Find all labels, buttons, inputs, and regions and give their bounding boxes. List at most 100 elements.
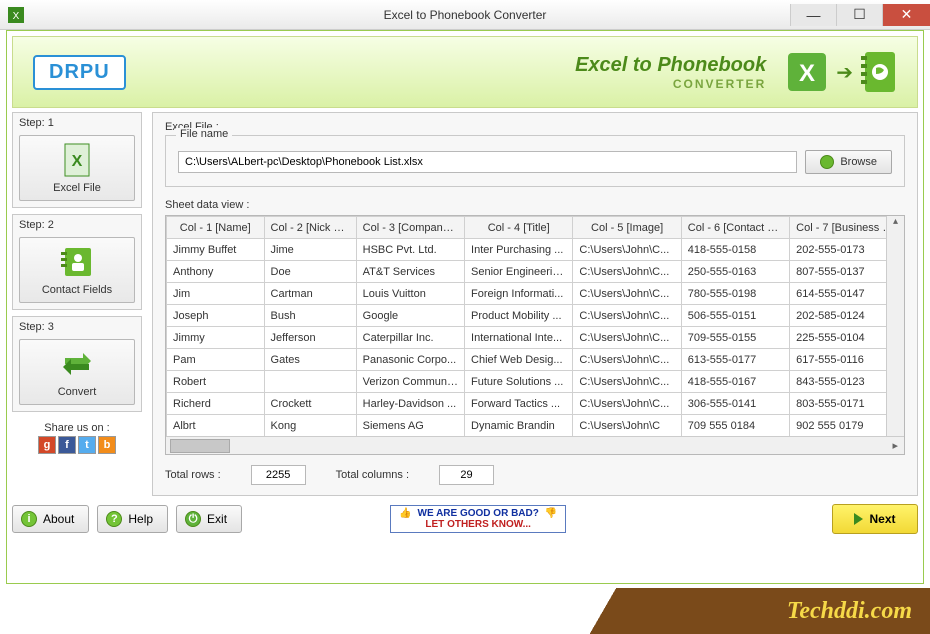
minimize-button[interactable]: — [790, 4, 836, 26]
table-cell [264, 371, 356, 393]
blogger-icon[interactable]: b [98, 436, 116, 454]
power-icon: ⏻ [185, 511, 201, 527]
contact-fields-button[interactable]: Contact Fields [19, 237, 135, 303]
exit-button[interactable]: ⏻ Exit [176, 505, 242, 533]
exit-label: Exit [207, 512, 227, 526]
column-header[interactable]: Col - 2 [Nick Name] [264, 217, 356, 239]
table-cell: 613-555-0177 [681, 349, 789, 371]
feedback-banner[interactable]: 👍 WE ARE GOOD OR BAD? 👎 LET OTHERS KNOW.… [390, 505, 566, 533]
table-row[interactable]: RicherdCrockettHarley-Davidson ...Forwar… [167, 393, 904, 415]
totals-row: Total rows : Total columns : [165, 465, 905, 485]
convert-icon [59, 346, 95, 382]
table-row[interactable]: JimmyJeffersonCaterpillar Inc.Internatio… [167, 327, 904, 349]
table-cell: 709-555-0155 [681, 327, 789, 349]
horizontal-scrollbar[interactable]: ▸ [166, 436, 904, 454]
help-button[interactable]: ?Help [97, 505, 168, 533]
share-section: Share us on : g f t b [12, 418, 142, 454]
file-group: File name Browse [165, 135, 905, 187]
maximize-button[interactable]: ☐ [836, 4, 882, 26]
browse-icon [820, 155, 834, 169]
table-cell: Senior Engineerin... [465, 261, 573, 283]
table-cell: Forward Tactics ... [465, 393, 573, 415]
table-cell: Crockett [264, 393, 356, 415]
table-cell: Louis Vuitton [356, 283, 464, 305]
facebook-icon[interactable]: f [58, 436, 76, 454]
step2-group: Step: 2 Contact Fields [12, 214, 142, 310]
drpu-logo: DRPU [33, 55, 126, 90]
table-cell: International Inte... [465, 327, 573, 349]
table-cell: Pam [167, 349, 265, 371]
table-scroll[interactable]: Col - 1 [Name]Col - 2 [Nick Name]Col - 3… [166, 216, 904, 436]
table-row[interactable]: Jimmy BuffetJimeHSBC Pvt. Ltd.Inter Purc… [167, 239, 904, 261]
browse-button[interactable]: Browse [805, 150, 892, 174]
watermark: Techddi.com [570, 588, 930, 634]
svg-text:X: X [72, 153, 83, 170]
main-area: Step: 1 X Excel File Step: 2 Contact Fie… [12, 112, 918, 496]
table-cell: C:\Users\John\C... [573, 261, 681, 283]
twitter-icon[interactable]: t [78, 436, 96, 454]
share-label: Share us on : [12, 422, 142, 434]
table-cell: 250-555-0163 [681, 261, 789, 283]
table-cell: Anthony [167, 261, 265, 283]
table-cell: Foreign Informati... [465, 283, 573, 305]
table-cell: Jefferson [264, 327, 356, 349]
svg-text:X: X [13, 11, 20, 22]
total-rows-label: Total rows : [165, 469, 221, 481]
next-button[interactable]: Next [832, 504, 918, 534]
excel-file-button[interactable]: X Excel File [19, 135, 135, 201]
table-cell: Kong [264, 415, 356, 437]
total-rows-value [251, 465, 306, 485]
arrow-right-icon: ➔ [836, 60, 853, 85]
table-row[interactable]: JosephBushGoogleProduct Mobility ...C:\U… [167, 305, 904, 327]
table-cell: C:\Users\John\C... [573, 393, 681, 415]
about-label: About [43, 512, 74, 526]
column-header[interactable]: Col - 3 [Company name] [356, 217, 464, 239]
watermark-text: Techddi.com [787, 598, 912, 625]
table-row[interactable]: AlbrtKongSiemens AGDynamic BrandinC:\Use… [167, 415, 904, 437]
share-icons: g f t b [12, 436, 142, 454]
googleplus-icon[interactable]: g [38, 436, 56, 454]
table-cell: 780-555-0198 [681, 283, 789, 305]
browse-label: Browse [840, 156, 877, 168]
column-header[interactable]: Col - 1 [Name] [167, 217, 265, 239]
content-panel: Excel File : File name Browse Sheet data… [152, 112, 918, 496]
convert-button[interactable]: Convert [19, 339, 135, 405]
step1-legend: Step: 1 [19, 117, 135, 129]
column-header[interactable]: Col - 5 [Image] [573, 217, 681, 239]
file-path-input[interactable] [178, 151, 797, 173]
banner-icons: X ➔ [786, 50, 897, 94]
table-cell: Siemens AG [356, 415, 464, 437]
table-cell: Albrt [167, 415, 265, 437]
svg-text:X: X [799, 60, 815, 87]
table-row[interactable]: AnthonyDoeAT&T ServicesSenior Engineerin… [167, 261, 904, 283]
table-cell: Jime [264, 239, 356, 261]
feedback-line2: LET OTHERS KNOW... [425, 519, 531, 530]
table-cell: Panasonic Corpo... [356, 349, 464, 371]
table-cell: C:\Users\John\C... [573, 239, 681, 261]
table-cell: Inter Purchasing ... [465, 239, 573, 261]
table-cell: Chief Web Desig... [465, 349, 573, 371]
feedback-line1: WE ARE GOOD OR BAD? [418, 508, 539, 519]
table-cell: Harley-Davidson ... [356, 393, 464, 415]
play-icon [854, 513, 863, 525]
sheet-data-label: Sheet data view : [165, 199, 905, 211]
excel-file-icon: X [59, 142, 95, 178]
table-cell: C:\Users\John\C... [573, 305, 681, 327]
vertical-scrollbar[interactable]: ▴ [886, 216, 904, 436]
table-row[interactable]: PamGatesPanasonic Corpo...Chief Web Desi… [167, 349, 904, 371]
banner-title-line2: CONVERTER [575, 77, 766, 91]
table-row[interactable]: RobertVerizon Communi...Future Solutions… [167, 371, 904, 393]
contact-fields-icon [59, 244, 95, 280]
table-cell: Dynamic Brandin [465, 415, 573, 437]
step1-group: Step: 1 X Excel File [12, 112, 142, 208]
table-cell: Jimmy Buffet [167, 239, 265, 261]
column-header[interactable]: Col - 4 [Title] [465, 217, 573, 239]
table-cell: C:\Users\John\C [573, 415, 681, 437]
table-cell: Doe [264, 261, 356, 283]
close-button[interactable]: ✕ [882, 4, 930, 26]
about-button[interactable]: iAbout [12, 505, 89, 533]
table-row[interactable]: JimCartmanLouis VuittonForeign Informati… [167, 283, 904, 305]
table-cell: Robert [167, 371, 265, 393]
excel-file-group-label: Excel File : [165, 121, 905, 133]
column-header[interactable]: Col - 6 [Contact number] [681, 217, 789, 239]
